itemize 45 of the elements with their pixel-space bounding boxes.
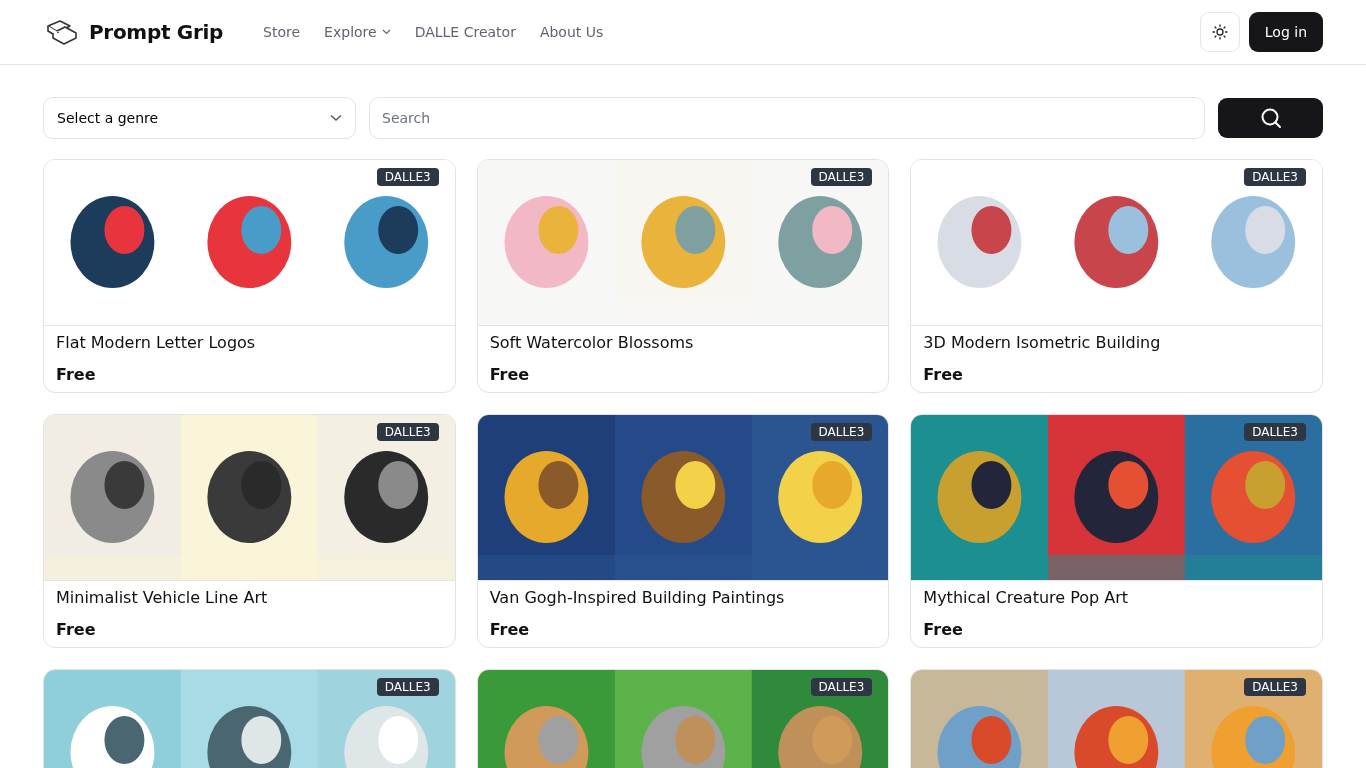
theme-toggle-button[interactable] [1199, 12, 1240, 52]
prompt-card[interactable]: DALLE3 [43, 669, 456, 768]
card-price: Free [923, 364, 964, 386]
card-price: Free [489, 619, 531, 641]
search-icon [1259, 107, 1282, 129]
card-price: Free [56, 364, 97, 386]
prompt-card[interactable]: DALLE3 Mythical Creature Pop Art Free [910, 414, 1323, 648]
prompt-card[interactable]: DALLE3 Flat Modern Letter Logos Free [43, 159, 456, 393]
search-field[interactable]: Search [369, 97, 1205, 139]
model-badge: DALLE3 [810, 168, 873, 186]
card-title: Flat Modern Letter Logos [56, 332, 257, 354]
prompt-card[interactable]: DALLE3 Soft Watercolor Blossoms Free [476, 159, 890, 393]
card-title: Mythical Creature Pop Art [923, 587, 1130, 609]
card-title: Minimalist Vehicle Line Art [56, 587, 269, 609]
card-price: Free [923, 619, 964, 641]
nav-link[interactable]: DALLE Creator [402, 18, 528, 46]
card-price: Free [56, 619, 97, 641]
prompt-card[interactable]: DALLE3 [910, 669, 1323, 768]
chevron-down-icon [381, 29, 391, 35]
brand-name: Prompt Grip [89, 20, 224, 44]
card-price: Free [489, 364, 531, 386]
nav-link[interactable]: About Us [527, 18, 616, 46]
model-badge: DALLE3 [376, 678, 439, 696]
search-button[interactable] [1218, 98, 1323, 138]
sun-icon [1211, 24, 1228, 40]
nav-link[interactable]: Store [251, 18, 313, 46]
login-button[interactable]: Log in [1248, 12, 1323, 52]
prompt-card[interactable]: DALLE3 Minimalist Vehicle Line Art Free [43, 414, 456, 648]
nav-dropdown[interactable]: Explore [312, 18, 403, 46]
genre-select[interactable]: Select a genre [43, 97, 356, 139]
prompt-card[interactable]: DALLE3 3D Modern Isometric Building Free [910, 159, 1323, 393]
book-logo-icon [45, 18, 79, 46]
model-badge: DALLE3 [1244, 678, 1306, 696]
model-badge: DALLE3 [810, 678, 873, 696]
model-badge: DALLE3 [1244, 423, 1306, 441]
card-title: Soft Watercolor Blossoms [489, 332, 695, 354]
prompt-card[interactable]: DALLE3 [476, 669, 890, 768]
model-badge: DALLE3 [810, 423, 873, 441]
model-badge: DALLE3 [1244, 168, 1306, 186]
chevron-down-icon [330, 114, 342, 122]
card-title: Van Gogh-Inspired Building Paintings [489, 587, 786, 609]
model-badge: DALLE3 [376, 423, 439, 441]
model-badge: DALLE3 [376, 168, 439, 186]
card-title: 3D Modern Isometric Building [923, 332, 1162, 354]
prompt-card[interactable]: DALLE3 Van Gogh-Inspired Building Paintings Free [476, 414, 890, 648]
